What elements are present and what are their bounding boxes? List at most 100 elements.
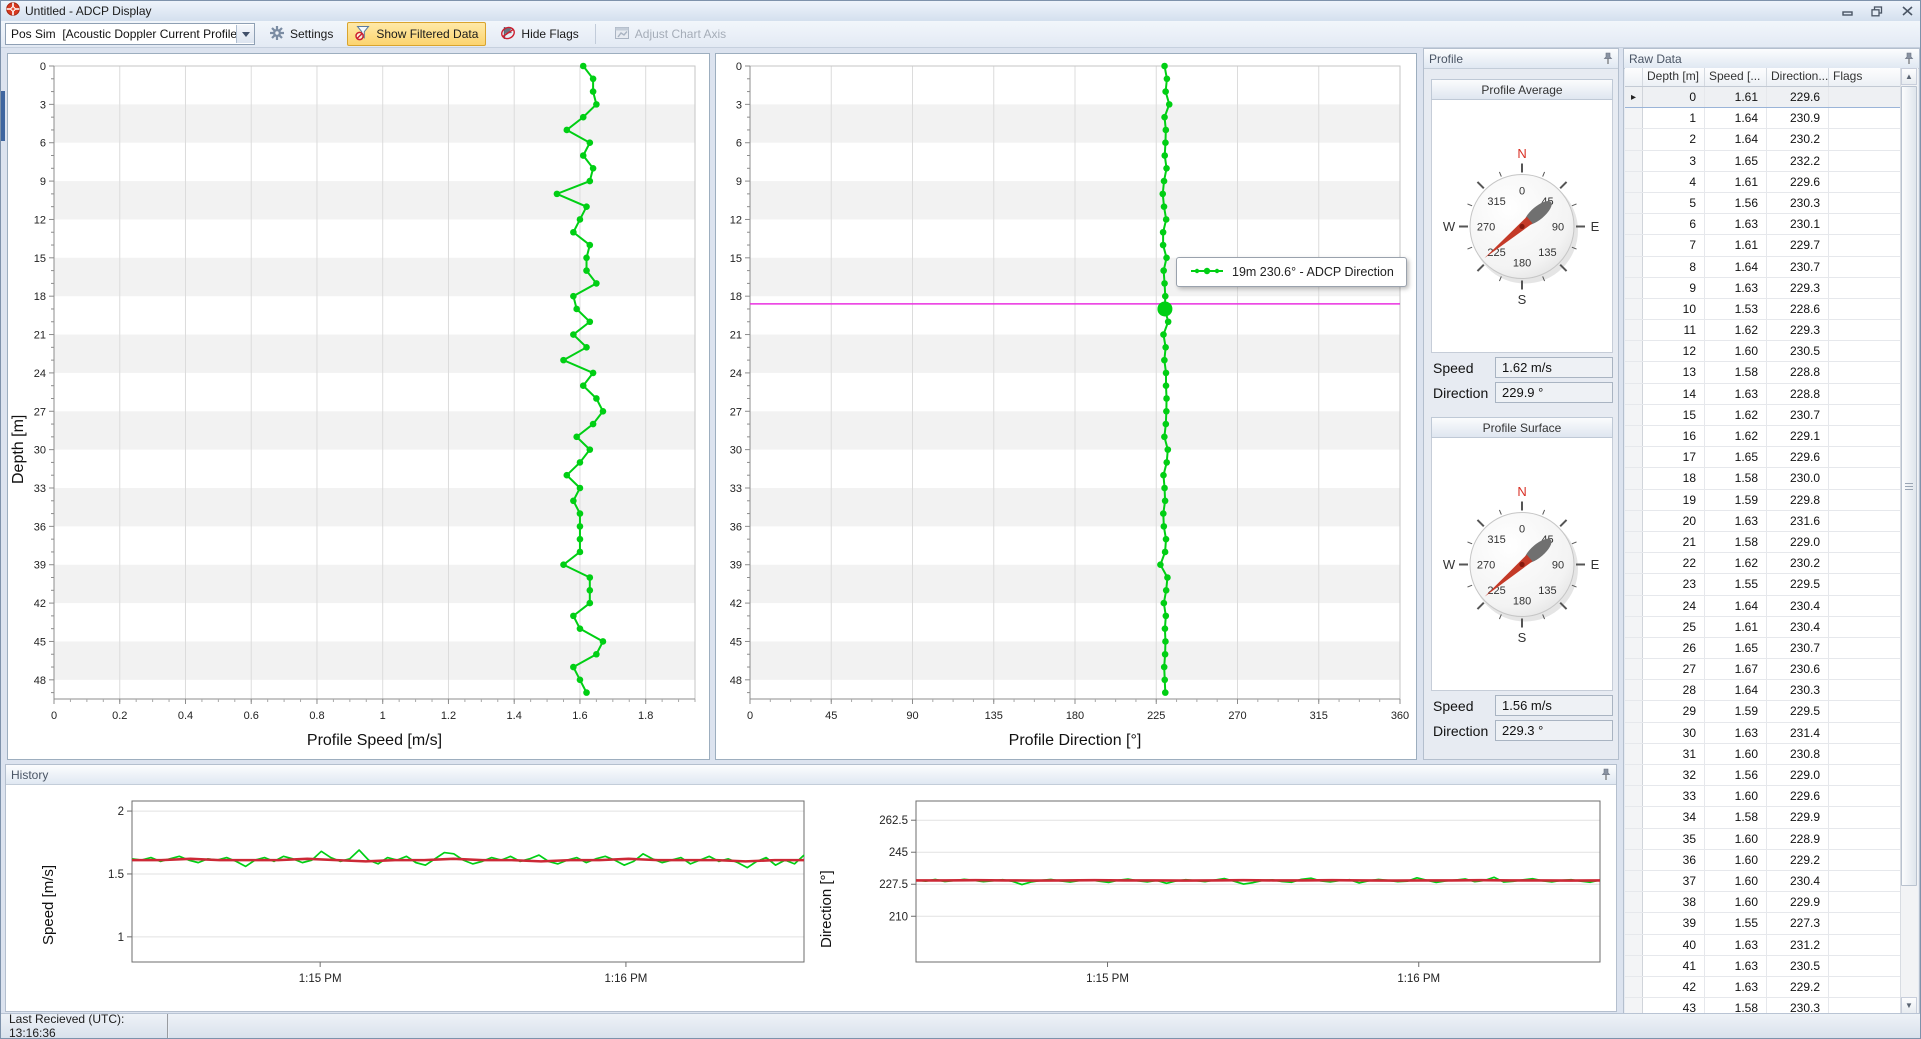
cell[interactable]: 25	[1643, 617, 1705, 637]
row-selector[interactable]	[1625, 490, 1643, 510]
cell[interactable]	[1829, 638, 1901, 658]
cell[interactable]: 230.0	[1767, 468, 1829, 488]
cell[interactable]: 5	[1643, 193, 1705, 213]
row-selector[interactable]	[1625, 871, 1643, 891]
cell[interactable]	[1829, 447, 1901, 467]
row-selector[interactable]	[1625, 977, 1643, 997]
cell[interactable]	[1829, 829, 1901, 849]
cell[interactable]: 230.3	[1767, 193, 1829, 213]
cell[interactable]: 32	[1643, 765, 1705, 785]
table-row[interactable]: 401.63231.2	[1625, 935, 1901, 956]
table-row[interactable]: 301.63231.4	[1625, 723, 1901, 744]
cell[interactable]: 228.9	[1767, 829, 1829, 849]
cell[interactable]: 1.63	[1705, 278, 1767, 298]
cell[interactable]: 34	[1643, 807, 1705, 827]
scrollbar-thumb[interactable]	[1901, 86, 1917, 886]
table-row[interactable]: 211.58229.0	[1625, 532, 1901, 553]
cell[interactable]: 230.7	[1767, 638, 1829, 658]
table-row[interactable]: 231.55229.5	[1625, 574, 1901, 595]
table-row[interactable]: 141.63228.8	[1625, 384, 1901, 405]
cell[interactable]: 1.63	[1705, 214, 1767, 234]
cell[interactable]: 1.62	[1705, 405, 1767, 425]
cell[interactable]: 231.6	[1767, 511, 1829, 531]
cell[interactable]: 23	[1643, 574, 1705, 594]
history-speed-chart[interactable]: 11.521:15 PM1:16 PM	[34, 793, 814, 998]
cell[interactable]: 14	[1643, 384, 1705, 404]
cell[interactable]	[1829, 913, 1901, 933]
cell[interactable]	[1829, 744, 1901, 764]
row-selector[interactable]	[1625, 129, 1643, 149]
cell[interactable]: 7	[1643, 235, 1705, 255]
cell[interactable]: 230.7	[1767, 405, 1829, 425]
cell[interactable]: 17	[1643, 447, 1705, 467]
table-row[interactable]: 31.65232.2	[1625, 151, 1901, 172]
cell[interactable]	[1829, 765, 1901, 785]
cell[interactable]: 29	[1643, 701, 1705, 721]
history-direction-chart[interactable]: 210227.5245262.51:15 PM1:16 PM	[812, 793, 1612, 998]
cell[interactable]: 1.56	[1705, 193, 1767, 213]
cell[interactable]	[1829, 172, 1901, 192]
cell[interactable]: 1.63	[1705, 977, 1767, 997]
cell[interactable]	[1829, 935, 1901, 955]
cell[interactable]: 16	[1643, 426, 1705, 446]
row-selector[interactable]	[1625, 511, 1643, 531]
cell[interactable]: 228.6	[1767, 299, 1829, 319]
adjust-chart-axis-button[interactable]: Adjust Chart Axis	[606, 22, 734, 46]
cell[interactable]: 1.61	[1705, 172, 1767, 192]
cell[interactable]: 1.58	[1705, 807, 1767, 827]
row-selector[interactable]	[1625, 807, 1643, 827]
column-header-depth[interactable]: Depth [m]	[1643, 68, 1705, 86]
cell[interactable]: 11	[1643, 320, 1705, 340]
table-row[interactable]: 271.67230.6	[1625, 659, 1901, 680]
cell[interactable]: 36	[1643, 850, 1705, 870]
row-selector[interactable]	[1625, 723, 1643, 743]
cell[interactable]: 229.7	[1767, 235, 1829, 255]
cell[interactable]: 1	[1643, 108, 1705, 128]
cell[interactable]: 40	[1643, 935, 1705, 955]
close-button[interactable]	[1900, 5, 1914, 17]
row-selector[interactable]	[1625, 998, 1643, 1014]
table-row[interactable]: 421.63229.2	[1625, 977, 1901, 998]
cell[interactable]: 20	[1643, 511, 1705, 531]
table-row[interactable]: 431.58230.3	[1625, 998, 1901, 1014]
cell[interactable]	[1829, 214, 1901, 234]
cell[interactable]: 1.63	[1705, 723, 1767, 743]
cell[interactable]	[1829, 129, 1901, 149]
cell[interactable]: 230.5	[1767, 341, 1829, 361]
cell[interactable]: 1.63	[1705, 956, 1767, 976]
cell[interactable]: 230.4	[1767, 871, 1829, 891]
row-selector[interactable]	[1625, 320, 1643, 340]
cell[interactable]: 2	[1643, 129, 1705, 149]
cell[interactable]: 1.62	[1705, 320, 1767, 340]
table-row[interactable]: 21.64230.2	[1625, 129, 1901, 150]
cell[interactable]: 1.60	[1705, 786, 1767, 806]
cell[interactable]: 19	[1643, 490, 1705, 510]
cell[interactable]: 1.58	[1705, 532, 1767, 552]
table-row[interactable]: 111.62229.3	[1625, 320, 1901, 341]
cell[interactable]	[1829, 257, 1901, 277]
cell[interactable]: 230.8	[1767, 744, 1829, 764]
row-selector[interactable]	[1625, 956, 1643, 976]
row-selector[interactable]	[1625, 426, 1643, 446]
row-selector[interactable]	[1625, 553, 1643, 573]
row-selector[interactable]	[1625, 278, 1643, 298]
row-selector[interactable]	[1625, 680, 1643, 700]
table-row[interactable]: 361.60229.2	[1625, 850, 1901, 871]
cell[interactable]: 230.9	[1767, 108, 1829, 128]
cell[interactable]	[1829, 151, 1901, 171]
cell[interactable]: 1.62	[1705, 553, 1767, 573]
cell[interactable]: 8	[1643, 257, 1705, 277]
row-selector[interactable]	[1625, 744, 1643, 764]
cell[interactable]	[1829, 511, 1901, 531]
cell[interactable]: 1.60	[1705, 341, 1767, 361]
row-selector[interactable]: ▸	[1625, 87, 1643, 107]
show-filtered-data-button[interactable]: Show Filtered Data	[347, 22, 486, 46]
table-row[interactable]: 321.56229.0	[1625, 765, 1901, 786]
cell[interactable]: 18	[1643, 468, 1705, 488]
cell[interactable]: 1.61	[1705, 235, 1767, 255]
cell[interactable]: 1.62	[1705, 426, 1767, 446]
row-selector[interactable]	[1625, 765, 1643, 785]
cell[interactable]: 1.58	[1705, 362, 1767, 382]
scroll-down-button[interactable]: ▼	[1901, 997, 1917, 1014]
cell[interactable]	[1829, 426, 1901, 446]
